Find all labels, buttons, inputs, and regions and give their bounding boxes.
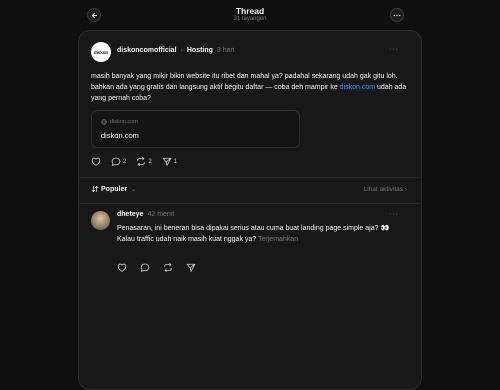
heart-icon	[91, 157, 101, 166]
reply-line-2: Kalau traffic udah naik masih kuat nggak…	[117, 236, 257, 243]
comment-icon	[140, 263, 150, 272]
reply-time: 42 menit	[147, 211, 175, 218]
reply-like-button[interactable]	[117, 263, 127, 272]
reply-line-2-row: Kalau traffic udah naik masih kuat nggak…	[117, 234, 407, 245]
send-icon	[162, 157, 171, 166]
post-header: diskoncomofficial › Hosting 3 hari	[117, 47, 234, 54]
post-topic[interactable]: Hosting	[187, 47, 213, 54]
link-preview-card[interactable]: diskon.com diskon.com	[91, 110, 300, 148]
more-options-button[interactable]	[390, 8, 404, 22]
reply-actions	[117, 263, 209, 272]
post-more-button[interactable]: ···	[389, 46, 399, 53]
repost-icon	[137, 157, 146, 166]
repost-button[interactable]: 2	[136, 157, 152, 166]
post-username[interactable]: diskoncomofficial	[117, 47, 177, 54]
thread-card: diskon diskoncomofficial › Hosting 3 har…	[78, 30, 422, 390]
post-actions: 2 2 1	[91, 157, 187, 166]
repost-icon	[164, 263, 172, 272]
sort-icon	[91, 185, 99, 193]
page-title: Thread	[235, 6, 265, 16]
reply-line-1: Penasaran, ini beneran bisa dipakai seri…	[117, 225, 390, 232]
share-button[interactable]: 1	[162, 157, 177, 166]
sort-label: Populer	[101, 185, 128, 193]
reply-button[interactable]: 2	[111, 157, 126, 166]
post-link[interactable]: diskon.com	[340, 84, 375, 91]
reply-repost-button[interactable]	[163, 263, 173, 272]
divider	[79, 203, 421, 204]
heart-icon	[117, 263, 127, 272]
reply-avatar[interactable]	[91, 211, 110, 230]
reply-more-button[interactable]: ···	[389, 211, 399, 218]
view-count: 31 tayangen	[233, 16, 267, 22]
preview-domain-row: diskon.com	[101, 119, 138, 125]
chevron-right-icon: ›	[404, 186, 407, 193]
divider	[79, 177, 421, 178]
view-activity-link[interactable]: Lihat aktivitas ›	[364, 186, 407, 193]
preview-domain: diskon.com	[110, 119, 138, 125]
post-time: 3 hari	[216, 47, 235, 54]
reply-comment-button[interactable]	[140, 263, 150, 272]
reply-count: 2	[123, 158, 127, 165]
reply-header: dheteye 42 menit	[117, 211, 174, 218]
activity-label: Lihat aktivitas	[363, 186, 404, 193]
repost-count: 2	[148, 158, 152, 165]
chevron-right-icon: ›	[180, 47, 183, 54]
sort-dropdown[interactable]: Populer ⌄	[91, 185, 136, 193]
globe-icon	[101, 119, 107, 125]
comment-icon	[111, 157, 121, 166]
like-button[interactable]	[91, 157, 101, 166]
ellipsis-icon	[393, 14, 401, 16]
chevron-down-icon: ⌄	[131, 186, 137, 193]
reply-share-button[interactable]	[186, 263, 196, 272]
reply-text: Penasaran, ini beneran bisa dipakai seri…	[117, 223, 407, 245]
avatar[interactable]: diskon	[91, 42, 111, 62]
avatar-logo-text: diskon	[93, 49, 109, 55]
top-bar: Thread 31 tayangen	[0, 0, 500, 30]
translate-link[interactable]: Terjemahkan	[258, 236, 298, 243]
send-icon	[186, 263, 196, 272]
reply-username[interactable]: dheteye	[117, 211, 143, 218]
share-count: 1	[173, 158, 178, 165]
preview-title: diskon.com	[101, 131, 139, 140]
post-text: masih banyak yang mikir bikin website it…	[91, 71, 411, 104]
